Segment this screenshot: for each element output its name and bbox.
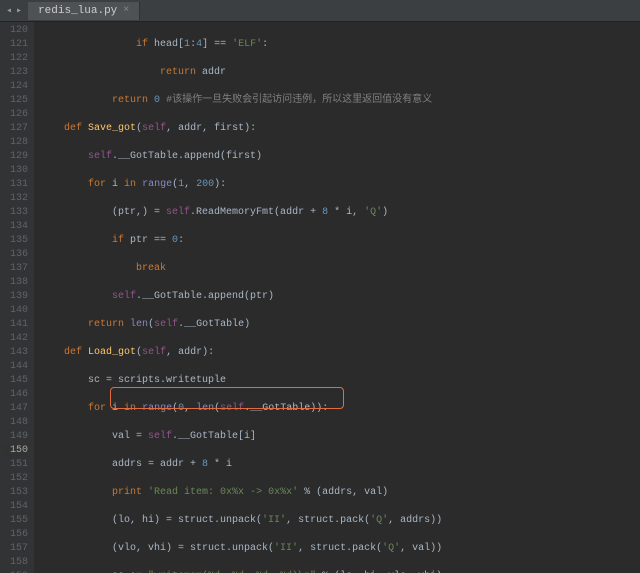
code-area[interactable]: if head[1:4] == 'ELF': return addr retur… — [34, 22, 640, 573]
nav-arrows: ◂ ▸ — [0, 5, 28, 17]
code-line: val = self.__GotTable[i] — [40, 430, 640, 444]
code-line: addrs = addr + 8 * i — [40, 458, 640, 472]
code-line: (vlo, vhi) = struct.unpack('II', struct.… — [40, 542, 640, 556]
code-line: sc = scripts.writetuple — [40, 374, 640, 388]
editor: 120121122123124 125126127128129 13013113… — [0, 22, 640, 573]
file-tab[interactable]: redis_lua.py × — [28, 2, 140, 20]
code-line: self.__GotTable.append(first) — [40, 150, 640, 164]
nav-fwd-icon[interactable]: ▸ — [16, 5, 22, 17]
code-line: (ptr,) = self.ReadMemoryFmt(addr + 8 * i… — [40, 206, 640, 220]
code-line: (lo, hi) = struct.unpack('II', struct.pa… — [40, 514, 640, 528]
tab-filename: redis_lua.py — [38, 5, 117, 17]
code-line: if ptr == 0: — [40, 234, 640, 248]
code-line: break — [40, 262, 640, 276]
code-line: def Save_got(self, addr, first): — [40, 122, 640, 136]
nav-back-icon[interactable]: ◂ — [6, 5, 12, 17]
line-gutter: 120121122123124 125126127128129 13013113… — [0, 22, 34, 573]
code-line: self.__GotTable.append(ptr) — [40, 290, 640, 304]
code-line: for i in range(1, 200): — [40, 178, 640, 192]
code-line: def Load_got(self, addr): — [40, 346, 640, 360]
code-line: print 'Read item: 0x%x -> 0x%x' % (addrs… — [40, 486, 640, 500]
tab-bar: ◂ ▸ redis_lua.py × — [0, 0, 640, 22]
code-line: for i in range(0, len(self.__GotTable)): — [40, 402, 640, 416]
close-icon[interactable]: × — [123, 5, 129, 16]
code-line: return len(self.__GotTable) — [40, 318, 640, 332]
code-line: return 0 #该操作一旦失败会引起访问违例，所以这里返回值没有意义 — [40, 94, 640, 108]
code-line: return addr — [40, 66, 640, 80]
code-line: if head[1:4] == 'ELF': — [40, 38, 640, 52]
